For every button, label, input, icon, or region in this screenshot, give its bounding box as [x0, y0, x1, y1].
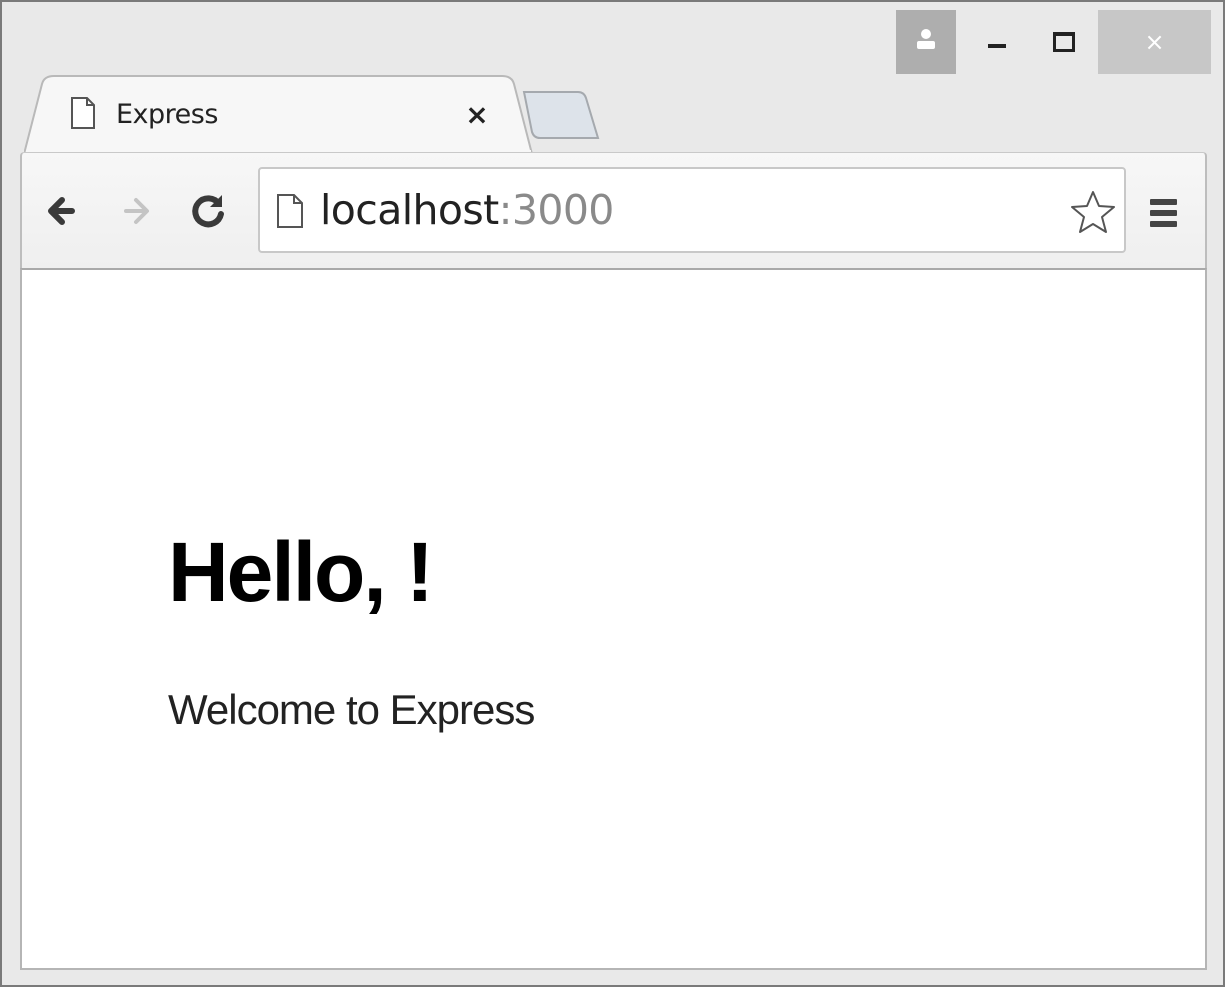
- url-host: localhost: [320, 186, 499, 234]
- forward-button[interactable]: [114, 189, 158, 233]
- address-text[interactable]: localhost:3000: [320, 186, 614, 234]
- close-icon: ×: [1144, 28, 1165, 56]
- tab-shape: [24, 75, 534, 154]
- page-icon: [71, 97, 95, 129]
- minimize-icon: [988, 44, 1006, 48]
- browser-window: × Express × localhost:3000 Hello, ! Welc…: [0, 0, 1225, 987]
- address-bar[interactable]: localhost:3000: [258, 167, 1126, 253]
- back-button[interactable]: [42, 189, 86, 233]
- arrow-left-icon: [48, 197, 75, 225]
- arrow-right-icon: [124, 198, 149, 224]
- minimize-button[interactable]: [964, 10, 1028, 74]
- maximize-button[interactable]: [1032, 10, 1096, 74]
- tab-close-icon[interactable]: ×: [462, 100, 492, 130]
- page-welcome-text: Welcome to Express: [168, 686, 535, 733]
- tab-title: Express: [116, 99, 218, 130]
- star-icon[interactable]: [1068, 189, 1118, 235]
- reload-button[interactable]: [186, 189, 230, 233]
- url-port: :3000: [498, 186, 615, 234]
- new-tab-button[interactable]: [518, 88, 602, 144]
- maximize-icon: [1053, 32, 1075, 52]
- browser-toolbar: localhost:3000: [20, 152, 1207, 268]
- page-heading: Hello, !: [168, 525, 434, 619]
- profile-button[interactable]: [896, 10, 956, 74]
- person-icon: [917, 29, 935, 49]
- window-close-button[interactable]: ×: [1098, 10, 1211, 74]
- menu-button[interactable]: [1142, 191, 1186, 235]
- reload-icon: [192, 195, 224, 228]
- tab-express[interactable]: Express ×: [24, 74, 534, 154]
- page-icon: [277, 194, 303, 228]
- page-viewport: Hello, ! Welcome to Express: [20, 268, 1207, 970]
